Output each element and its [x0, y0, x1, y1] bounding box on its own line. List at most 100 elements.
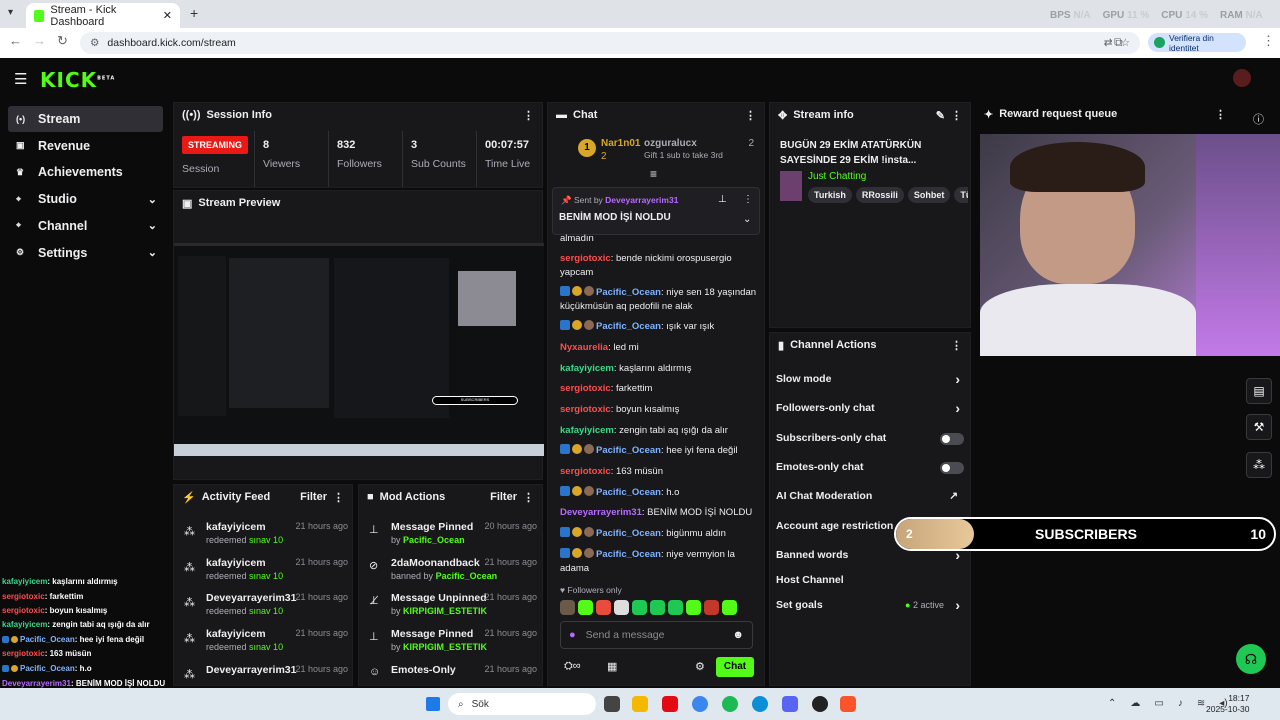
chat-message[interactable]: sergiotoxic: 163 müsün	[560, 465, 760, 479]
category-label[interactable]: Just Chatting	[808, 171, 866, 182]
chrome-icon[interactable]	[692, 696, 708, 712]
activity-item[interactable]: ⁂ Deveyarrayerim31 redeemed sınav 10 21 hou…	[182, 592, 350, 616]
pinned-message[interactable]: 📌 Sent by Deveyarrayerim31 BENİM MOD İŞİ…	[552, 187, 760, 235]
dock-layout-icon[interactable]: ▤	[1246, 378, 1272, 404]
chat-message[interactable]: sergiotoxic: farkettim	[560, 382, 760, 396]
emote-icon[interactable]	[650, 600, 665, 615]
chat-message[interactable]: Pacific_Ocean: ışık var ışık	[560, 320, 760, 334]
mod-filter-button[interactable]: Filter	[490, 491, 517, 503]
channel-action-emotes-only-chat[interactable]: Emotes-only chat	[776, 461, 966, 477]
site-info-icon[interactable]: ⚙	[90, 37, 99, 49]
chat-message[interactable]: Pacific_Ocean: niye sen 18 yaşından küçü…	[560, 286, 760, 314]
netflix-icon[interactable]	[662, 696, 678, 712]
chat-message[interactable]: Pacific_Ocean: hee iyi fena değil	[560, 444, 760, 458]
windows-start-icon[interactable]	[426, 697, 440, 711]
chat-username[interactable]: Deveyarrayerim31	[560, 507, 642, 518]
stream-tag[interactable]: RRossili	[855, 187, 904, 203]
top-gifter-1[interactable]: Nar1n01 2	[601, 137, 640, 163]
channel-actions-menu-icon[interactable]: ⋮	[951, 339, 962, 352]
chat-username[interactable]: kafayiyicem	[560, 425, 614, 436]
browser-tab[interactable]: Stream - Kick Dashboard ✕	[26, 3, 180, 28]
emote-icon[interactable]	[686, 600, 701, 615]
chat-message[interactable]: Deveyarrayerim31: BENİM MOD İŞİ NOLDU	[560, 506, 760, 520]
user-avatar[interactable]	[1233, 69, 1251, 87]
spotify-icon[interactable]	[722, 696, 738, 712]
forward-icon[interactable]: →	[33, 33, 46, 48]
send-chat-button[interactable]: Chat	[716, 657, 754, 677]
close-tab-icon[interactable]: ✕	[163, 9, 172, 22]
chat-username[interactable]: Pacific_Ocean	[596, 287, 661, 298]
channel-action-set-goals[interactable]: Set goals › ● 2 active	[776, 597, 966, 615]
sidebar-item-revenue[interactable]: ▣ Revenue	[8, 133, 163, 159]
chat-username[interactable]: Pacific_Ocean	[596, 487, 661, 498]
back-icon[interactable]: ←	[9, 33, 22, 48]
channel-action-followers-only-chat[interactable]: Followers-only chat ›	[776, 400, 966, 418]
chat-username[interactable]: sergiotoxic	[560, 404, 611, 415]
activity-item[interactable]: ⁂ kafayiyicem redeemed sınav 10 21 hours ag…	[182, 521, 350, 545]
sidebar-item-studio[interactable]: ⌖ Studio ⌄	[8, 186, 163, 212]
sidebar-item-settings[interactable]: ⚙ Settings ⌄	[8, 240, 163, 266]
mic-icon[interactable]: ●	[569, 629, 576, 641]
chat-message[interactable]: Pacific_Ocean: h.o	[560, 486, 760, 500]
chat-username[interactable]: kafayiyicem	[560, 363, 614, 374]
translate-icon[interactable]: ⇄	[1104, 37, 1113, 49]
mod-action-item[interactable]: ⊥ Message Pinned by KIRPIGIM_ESTETIK 21 hou…	[367, 628, 539, 652]
extensions-icon[interactable]: ⧉	[1114, 35, 1123, 50]
chat-username[interactable]: sergiotoxic	[560, 466, 611, 477]
top-gifter-2[interactable]: ozguralucx 2 Gift 1 sub to take 3rd	[644, 137, 754, 161]
verify-identity-button[interactable]: Verifiera din identitet	[1148, 33, 1246, 53]
pinned-expand-icon[interactable]: ⌄	[743, 214, 751, 225]
channel-action-banned-words[interactable]: Banned words ›	[776, 547, 966, 565]
support-chat-icon[interactable]: ☊	[1236, 644, 1266, 674]
activity-menu-icon[interactable]: ⋮	[333, 491, 344, 504]
browser-menu-icon[interactable]: ⋮	[1262, 33, 1275, 49]
info-icon[interactable]: ⓘ	[1253, 111, 1264, 127]
reload-icon[interactable]: ↻	[57, 33, 68, 49]
channel-action-host-channel[interactable]: Host Channel	[776, 574, 966, 590]
kick-logo[interactable]: KICKBETA	[40, 68, 115, 92]
chat-username[interactable]: Pacific_Ocean	[596, 445, 661, 456]
emote-icon[interactable]	[596, 600, 611, 615]
chat-menu-icon[interactable]: ⋮	[745, 109, 756, 122]
obs-icon[interactable]	[812, 696, 828, 712]
edit-pencil-icon[interactable]: ✎	[936, 109, 945, 122]
dock-share-icon[interactable]: ⁂	[1246, 452, 1272, 478]
chat-username[interactable]: Nyxaurelia	[560, 342, 608, 353]
store-icon[interactable]: ▦	[607, 660, 617, 673]
activity-filter-button[interactable]: Filter	[300, 491, 327, 503]
taskbar-search[interactable]: ⌕ Sök	[448, 693, 596, 715]
chat-message[interactable]: Pacific_Ocean: niye vermyion la adama	[560, 548, 760, 576]
chat-users-icon[interactable]: ⛭∞	[564, 660, 581, 673]
collapse-pinned-icon[interactable]: ≡	[650, 167, 657, 181]
activity-item[interactable]: ⁂ Deveyarrayerim31 21 hours ago	[182, 664, 350, 681]
hamburger-menu-icon[interactable]: ☰	[14, 70, 27, 88]
emote-icon[interactable]	[560, 600, 575, 615]
unpin-icon[interactable]: ⊥	[718, 194, 727, 205]
emote-icon[interactable]	[704, 600, 719, 615]
dock-wrench-icon[interactable]: ⚒	[1246, 414, 1272, 440]
channel-action-ai-chat-moderation[interactable]: AI Chat Moderation ↗	[776, 490, 966, 506]
edge-icon[interactable]	[752, 696, 768, 712]
chat-username[interactable]: Pacific_Ocean	[596, 321, 661, 332]
mod-action-item[interactable]: ⊘ 2daMoonandback banned by Pacific_Ocean 21…	[367, 557, 539, 581]
taskview-icon[interactable]	[604, 696, 620, 712]
tab-list-icon[interactable]: ▾	[8, 7, 13, 18]
emote-icon[interactable]	[722, 600, 737, 615]
brave-icon[interactable]	[840, 696, 856, 712]
preview-video[interactable]: SUBSCRIBERS	[174, 243, 544, 456]
sidebar-item-stream[interactable]: (•) Stream	[8, 106, 163, 132]
new-tab-icon[interactable]: +	[190, 5, 198, 21]
toggle-switch[interactable]	[940, 433, 964, 445]
channel-action-slow-mode[interactable]: Slow mode ›	[776, 371, 966, 389]
chat-settings-icon[interactable]: ⚙	[695, 660, 705, 673]
emote-icon[interactable]	[668, 600, 683, 615]
emote-icon[interactable]	[578, 600, 593, 615]
sidebar-item-channel[interactable]: ⌖ Channel ⌄	[8, 213, 163, 239]
toggle-switch[interactable]	[940, 462, 964, 474]
emote-icon[interactable]	[614, 600, 629, 615]
sidebar-item-achievements[interactable]: ♛ Achievements	[8, 159, 163, 185]
explorer-icon[interactable]	[632, 696, 648, 712]
emoji-icon[interactable]: ☻	[732, 629, 744, 641]
stream-info-menu-icon[interactable]: ⋮	[951, 109, 962, 122]
stream-tag[interactable]: Turkish	[808, 187, 852, 203]
